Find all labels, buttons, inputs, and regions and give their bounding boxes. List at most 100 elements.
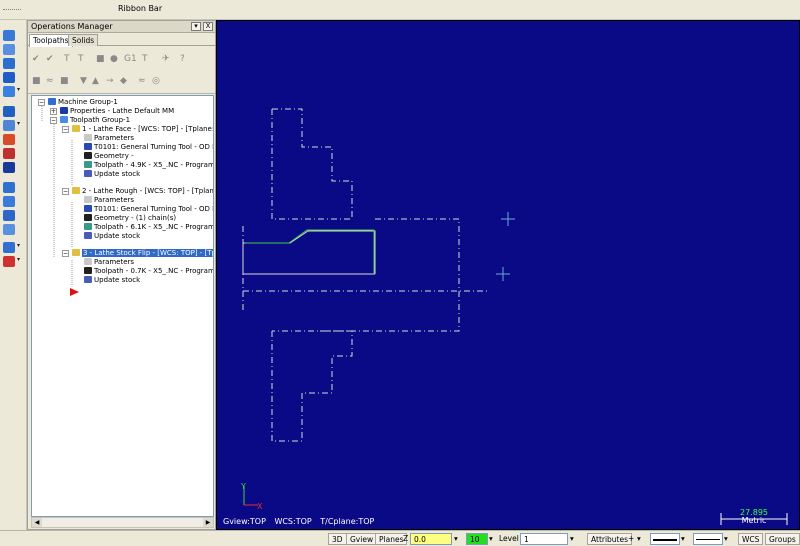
tree-toolpath[interactable]: Toolpath - 4.9K - X5_.NC - Program #	[84, 161, 213, 170]
tree-op-3[interactable]: 3 - Lathe Stock Flip - [WCS: TOP] - [Tpl…	[72, 249, 213, 258]
level-field[interactable]: 1	[520, 533, 568, 545]
collapse-toggle[interactable]: −	[38, 99, 45, 106]
fillet-icon[interactable]	[3, 182, 15, 193]
collapse-toggle[interactable]: −	[62, 126, 69, 133]
extrude-icon[interactable]	[3, 120, 15, 131]
tree-toolpath-group[interactable]: Toolpath Group-1	[60, 116, 130, 125]
chevron-down-icon[interactable]: ▾	[454, 533, 458, 545]
chevron-down-icon[interactable]: ▾	[681, 533, 685, 545]
chevron-down-icon[interactable]: ▾	[570, 533, 574, 545]
tree-horizontal-scrollbar[interactable]: ◀ ▶	[31, 517, 214, 528]
info-icon[interactable]	[3, 30, 15, 41]
3d-button[interactable]: 3D	[328, 533, 347, 545]
insert-arrow-icon[interactable]: →	[106, 76, 114, 86]
scroll-right-icon[interactable]: ▶	[203, 518, 213, 527]
chamfer-icon[interactable]	[3, 196, 15, 207]
gview-button[interactable]: Gview	[346, 533, 378, 545]
groups-button[interactable]: Groups	[765, 533, 800, 545]
tree-tool[interactable]: T0101: General Turning Tool - OD ROL	[84, 143, 213, 152]
graphics-viewport[interactable]: X Y Gview:TOP WCS:TOP T/Cplane:TOP 27.89…	[216, 20, 800, 530]
color-field[interactable]: 10	[466, 533, 488, 545]
lower-chuck-jaw	[271, 330, 353, 442]
tree-toolpath[interactable]: Toolpath - 0.7K - X5_.NC - Program #	[84, 267, 213, 276]
chevron-down-icon[interactable]: ▾	[17, 242, 20, 249]
backplot-icon[interactable]: ■	[96, 54, 105, 64]
point-style-icon[interactable]: +	[628, 533, 634, 545]
rectangle-icon[interactable]	[3, 86, 15, 97]
shell-icon[interactable]	[3, 210, 15, 221]
revolve-icon[interactable]	[3, 134, 15, 145]
line-width-sample	[696, 539, 720, 540]
collapse-toggle[interactable]: −	[50, 117, 57, 124]
tree-parameters[interactable]: Parameters	[84, 196, 134, 205]
scroll-left-icon[interactable]: ◀	[32, 518, 42, 527]
boolean-icon[interactable]	[3, 224, 15, 235]
regenerate-dirty-icon[interactable]: T	[78, 54, 84, 64]
tree-parameters[interactable]: Parameters	[84, 258, 134, 267]
tree-update-stock[interactable]: Update stock	[84, 170, 140, 179]
tree-geometry[interactable]: Geometry -	[84, 152, 134, 161]
insert-arrow-icon[interactable]	[69, 287, 81, 297]
tree-update-stock[interactable]: Update stock	[84, 232, 140, 241]
toolpath-tree[interactable]: − + − − − − Machine Group-1 Properties -…	[31, 95, 214, 517]
move-up-icon[interactable]: ▲	[92, 76, 99, 86]
select-dirty-icon[interactable]: ✔	[46, 54, 54, 64]
point-icon[interactable]	[3, 44, 15, 55]
toggle-display-icon[interactable]: ≈	[46, 76, 54, 86]
verify-icon[interactable]: ●	[110, 54, 118, 64]
pin-button[interactable]: ▾	[191, 22, 201, 31]
chevron-down-icon[interactable]: ▾	[17, 86, 20, 93]
line-width-field[interactable]	[693, 533, 723, 545]
properties-icon	[60, 107, 68, 114]
chevron-down-icon[interactable]: ▾	[724, 533, 728, 545]
collapse-toggle[interactable]: −	[62, 250, 69, 257]
select-all-icon[interactable]: ✔	[32, 54, 40, 64]
chevron-down-icon[interactable]: ▾	[17, 120, 20, 127]
chevron-down-icon[interactable]: ▾	[489, 533, 493, 545]
loft-icon[interactable]	[3, 162, 15, 173]
help-icon[interactable]: ?	[180, 54, 185, 64]
sweep-icon[interactable]	[3, 148, 15, 159]
tree-geometry[interactable]: Geometry - (1) chain(s)	[84, 214, 176, 223]
tree-update-stock[interactable]: Update stock	[84, 276, 140, 285]
collapse-toggle[interactable]: −	[62, 188, 69, 195]
ribbon-bar: Ribbon Bar	[0, 0, 800, 20]
ribbon-grip[interactable]	[3, 9, 21, 10]
tree-properties[interactable]: Properties - Lathe Default MM	[60, 107, 174, 116]
display-options-icon[interactable]: ◎	[152, 76, 160, 86]
high-feed-icon[interactable]: T	[142, 54, 148, 64]
line-style-field[interactable]	[650, 533, 680, 545]
scroll-to-insert-icon[interactable]: ◆	[120, 76, 127, 86]
view-status: Gview:TOP WCS:TOP T/Cplane:TOP	[223, 517, 380, 526]
axis-y-label: Y	[240, 482, 246, 491]
lock-toolpath-icon[interactable]: ■	[32, 76, 41, 86]
tree-parameters[interactable]: Parameters	[84, 134, 134, 143]
tree-toolpath[interactable]: Toolpath - 6.1K - X5_.NC - Program #	[84, 223, 213, 232]
chevron-down-icon[interactable]: ▾	[637, 533, 641, 545]
view-icon[interactable]	[3, 242, 15, 253]
shading-icon[interactable]	[3, 256, 15, 267]
tree-tool[interactable]: T0101: General Turning Tool - OD ROL	[84, 205, 213, 214]
wcs-button[interactable]: WCS	[738, 533, 764, 545]
attributes-button[interactable]: Attributes	[587, 533, 633, 545]
parameters-icon	[84, 258, 92, 265]
single-op-display-icon[interactable]: ≈	[138, 76, 146, 86]
regenerate-icon[interactable]: T	[64, 54, 70, 64]
tree-machine-group[interactable]: Machine Group-1	[48, 98, 118, 107]
chevron-down-icon[interactable]: ▾	[17, 256, 20, 263]
part-geometry[interactable]: X Y	[217, 21, 800, 530]
z-depth-field[interactable]: 0.0	[410, 533, 452, 545]
folder-icon	[72, 187, 80, 194]
expand-toggle[interactable]: +	[50, 108, 57, 115]
move-down-icon[interactable]: ▼	[80, 76, 87, 86]
lock-icon[interactable]: ✈	[162, 54, 170, 64]
toggle-posting-icon[interactable]: ■	[60, 76, 69, 86]
post-icon[interactable]: G1	[124, 54, 137, 64]
tree-op-2[interactable]: 2 - Lathe Rough - [WCS: TOP] - [Tplane: …	[72, 187, 213, 196]
solid-icon[interactable]	[3, 106, 15, 117]
arc-icon[interactable]	[3, 58, 15, 69]
tree-op-1[interactable]: 1 - Lathe Face - [WCS: TOP] - [Tplane: L…	[72, 125, 213, 134]
arrow-down-icon[interactable]	[3, 72, 15, 83]
close-button[interactable]: X	[203, 22, 213, 31]
tab-solids[interactable]: Solids	[68, 34, 99, 46]
